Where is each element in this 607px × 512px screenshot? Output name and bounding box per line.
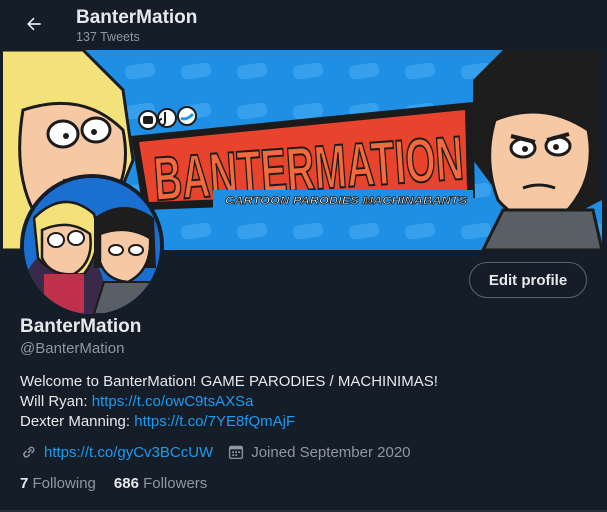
following-count: 7 bbox=[20, 475, 29, 492]
user-handle: @BanterMation bbox=[20, 340, 125, 357]
page-title: BanterMation bbox=[76, 7, 198, 28]
display-name: BanterMation bbox=[20, 316, 142, 337]
bio-will-ryan-label: Will Ryan: bbox=[20, 393, 92, 410]
edit-profile-button[interactable]: Edit profile bbox=[469, 262, 587, 298]
avatar-artwork bbox=[24, 178, 160, 314]
website-link[interactable]: https://t.co/gyCv3BCcUW bbox=[44, 444, 213, 461]
profile-bio: Welcome to BanterMation! GAME PARODIES /… bbox=[20, 372, 438, 432]
follow-stats: 7 Following 686 Followers bbox=[20, 475, 207, 492]
bio-line-2: Will Ryan: https://t.co/owC9tsAXSa bbox=[20, 392, 438, 412]
link-icon bbox=[23, 446, 35, 458]
followers-count: 686 bbox=[113, 475, 139, 492]
bio-line-1: Welcome to BanterMation! GAME PARODIES /… bbox=[20, 373, 438, 390]
calendar-icon bbox=[229, 445, 244, 460]
arrow-left-icon bbox=[27, 17, 41, 31]
profile-avatar[interactable] bbox=[20, 174, 164, 318]
profile-header: BanterMation 137 Tweets bbox=[0, 0, 607, 48]
following-label: Following bbox=[32, 475, 96, 492]
bio-line-3: Dexter Manning: https://t.co/7YE8fQmAjF bbox=[20, 412, 438, 432]
bio-dexter-manning-label: Dexter Manning: bbox=[20, 413, 135, 430]
joined-date: Joined September 2020 bbox=[251, 443, 411, 461]
banner-social-icons bbox=[138, 106, 197, 130]
profile-meta: https://t.co/gyCv3BCcUW Joined September… bbox=[20, 443, 411, 461]
bio-dexter-manning-link[interactable]: https://t.co/7YE8fQmAjF bbox=[134, 413, 295, 430]
svg-text:CARTOON PARODIES MACHINABANTS: CARTOON PARODIES MACHINABANTS bbox=[225, 195, 468, 207]
following-link[interactable]: 7 Following bbox=[20, 475, 96, 492]
tweet-count: 137 Tweets bbox=[76, 30, 140, 44]
followers-label: Followers bbox=[143, 475, 208, 492]
followers-link[interactable]: 686 Followers bbox=[114, 475, 207, 492]
back-button[interactable] bbox=[18, 8, 50, 40]
bio-will-ryan-link[interactable]: https://t.co/owC9tsAXSa bbox=[92, 393, 254, 410]
